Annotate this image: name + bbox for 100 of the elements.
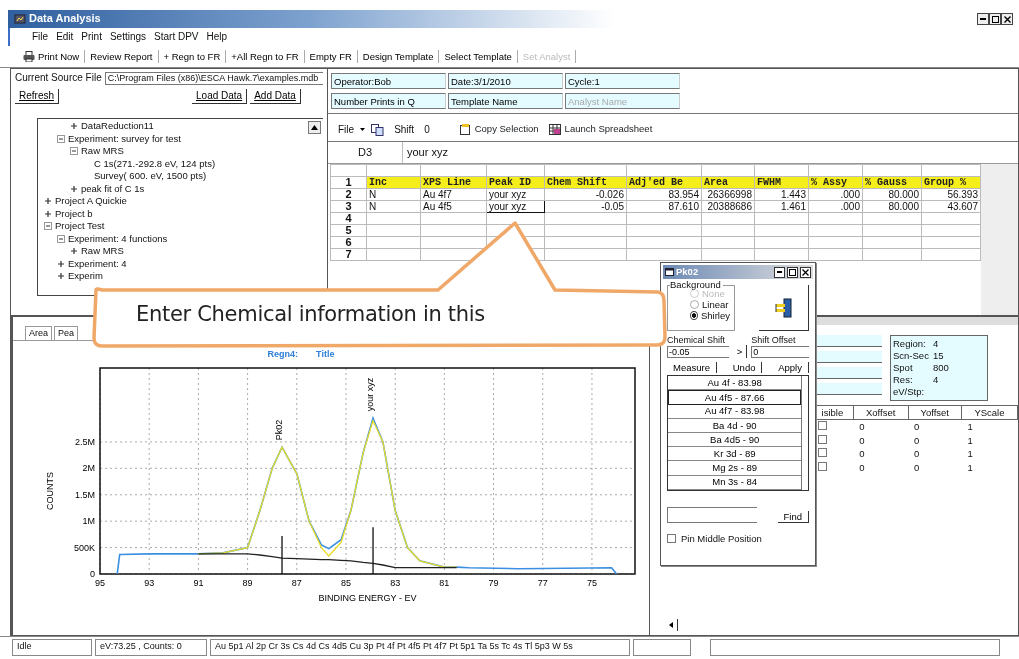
copy-selection-button[interactable]: Copy Selection: [459, 122, 539, 137]
minimize-icon: [777, 271, 782, 273]
tree-item[interactable]: Project A Quickie: [38, 194, 323, 208]
axis-tick-label: 91: [193, 578, 204, 588]
launch-spreadsheet-button[interactable]: Launch Spreadsheet: [548, 122, 653, 137]
info-field[interactable]: Number Prints in Q: [331, 93, 446, 109]
info-field[interactable]: Cycle:1: [565, 73, 680, 89]
tree-item[interactable]: Project b: [38, 207, 323, 220]
chart-title: Title: [316, 348, 335, 360]
close-button[interactable]: [1001, 13, 1013, 25]
tree-item[interactable]: Raw MRS: [38, 244, 323, 258]
minimize-button[interactable]: [977, 13, 989, 25]
tree-item[interactable]: Experiment: 4: [38, 257, 323, 270]
axis-tick-label: 87: [291, 578, 302, 588]
maximize-button[interactable]: [989, 13, 1001, 25]
find-field[interactable]: [667, 507, 757, 524]
column-header: Yoffset: [908, 405, 962, 420]
tree-item[interactable]: Experiment: survey for test: [38, 132, 323, 145]
list-item[interactable]: Au 4f - 83.98: [668, 376, 802, 391]
table-cell: 1.461: [754, 200, 809, 213]
caret-icon: [360, 128, 366, 131]
shift-offset-field[interactable]: 0: [751, 345, 809, 358]
toolbar-button[interactable]: + Regn to FR: [158, 49, 227, 64]
region-label: Regn4:: [267, 348, 299, 360]
tree-item[interactable]: Experiment: 4 functions: [38, 232, 323, 245]
close-button[interactable]: [800, 266, 811, 278]
table-cell: 1: [961, 419, 1018, 434]
toolbar-button[interactable]: Review Report: [85, 49, 159, 64]
table-cell: Au 4f7: [420, 188, 487, 201]
row-number: 4: [330, 212, 367, 225]
list-item[interactable]: Au 4f5 - 87.66: [668, 390, 802, 405]
tree-item[interactable]: Project Test: [38, 219, 323, 233]
table-cell-text: 0: [858, 433, 866, 448]
cell-reference: D3: [328, 142, 403, 163]
action-button[interactable]: Add Data: [250, 88, 301, 104]
menu-item[interactable]: Settings: [109, 31, 147, 43]
axis-title: COUNTS: [45, 472, 55, 510]
action-button[interactable]: Refresh: [15, 88, 59, 104]
table-cell: 83.954: [626, 188, 702, 201]
chemical-shift-field[interactable]: -0.05: [667, 345, 729, 358]
list-item[interactable]: Kr 3d - 89: [668, 447, 802, 462]
axis-tick-label: 500K: [73, 542, 95, 553]
tree-item[interactable]: peak fit of C 1s: [38, 182, 323, 195]
checkbox-label: Pin Middle Position: [681, 533, 762, 545]
checkbox[interactable]: [817, 434, 827, 444]
table-cell: 80.000: [862, 200, 922, 213]
radio-button[interactable]: [690, 300, 699, 309]
toolbar-button[interactable]: +All Regn to FR: [226, 49, 305, 64]
source-file-field[interactable]: C:\Program Files (x86)\ESCA Hawk.7\examples.mdb: [104, 72, 323, 85]
checkbox[interactable]: [817, 461, 827, 471]
toolbar-button[interactable]: Empty FR: [304, 49, 358, 64]
scroll-up-button[interactable]: [308, 120, 321, 134]
door-icon: [774, 297, 793, 318]
info-field[interactable]: Date:3/1/2010: [448, 73, 563, 89]
tree-item[interactable]: Raw MRS: [38, 144, 323, 158]
left-arrow-icon: [668, 622, 673, 628]
axis-tick-label: 1M: [82, 516, 95, 527]
menu-item[interactable]: Print: [81, 31, 102, 43]
menu-item[interactable]: Help: [206, 31, 228, 43]
tab[interactable]: Area: [25, 326, 52, 340]
toolbar-button[interactable]: Design Template: [357, 49, 440, 64]
info-field[interactable]: Template Name: [448, 93, 563, 109]
field-label: Scn-Sec: [893, 350, 930, 362]
peak-label: your xyz: [365, 377, 376, 412]
toolbar-button[interactable]: Print Now: [18, 49, 86, 64]
axis-tick-label: 2M: [82, 463, 95, 474]
checkbox[interactable]: [817, 421, 827, 431]
info-field[interactable]: Analyst Name: [565, 93, 680, 109]
menu-item[interactable]: Edit: [56, 31, 74, 43]
checkbox[interactable]: [817, 448, 827, 458]
tree-item[interactable]: DataReduction11: [38, 119, 323, 133]
field-label: Spot: [893, 362, 914, 374]
maximize-button[interactable]: [787, 266, 798, 278]
peak-marker: [372, 526, 374, 575]
tree-item[interactable]: Experim: [38, 269, 323, 283]
checkbox[interactable]: [667, 534, 676, 544]
tree-item[interactable]: C 1s(271.-292.8 eV, 124 pts): [38, 157, 323, 170]
menu-item[interactable]: File: [32, 31, 49, 43]
menu-item[interactable]: Start DPV: [154, 31, 199, 43]
table-cell-text: 0: [858, 460, 866, 474]
tab[interactable]: Pea: [54, 326, 79, 340]
info-field[interactable]: Operator:Bob: [331, 73, 446, 89]
dialog-title: Pk02: [676, 266, 700, 278]
radio-option[interactable]: Linear: [690, 299, 730, 310]
radio-button[interactable]: [690, 311, 698, 320]
find-button[interactable]: Find: [777, 510, 809, 524]
action-button[interactable]: Load Data: [192, 88, 248, 104]
table-cell: 80.000: [862, 188, 922, 201]
field-label: Res:: [893, 374, 914, 386]
toolbar-button[interactable]: Select Template: [439, 49, 518, 64]
menu-item[interactable]: File: [338, 123, 355, 136]
window-icon: [665, 268, 674, 276]
tree-item[interactable]: Survey( 600. eV, 1500 pts): [38, 169, 323, 183]
cell-value-field[interactable]: your xyz: [403, 142, 1018, 163]
copy-icon: [371, 123, 385, 136]
status-text: eV:73.25 , Counts: 0: [95, 639, 207, 656]
radio-option[interactable]: Shirley: [690, 310, 730, 321]
table-cell: 43.607: [921, 200, 981, 213]
minimize-button[interactable]: [774, 266, 785, 278]
table-cell[interactable]: your xyz: [486, 200, 545, 213]
